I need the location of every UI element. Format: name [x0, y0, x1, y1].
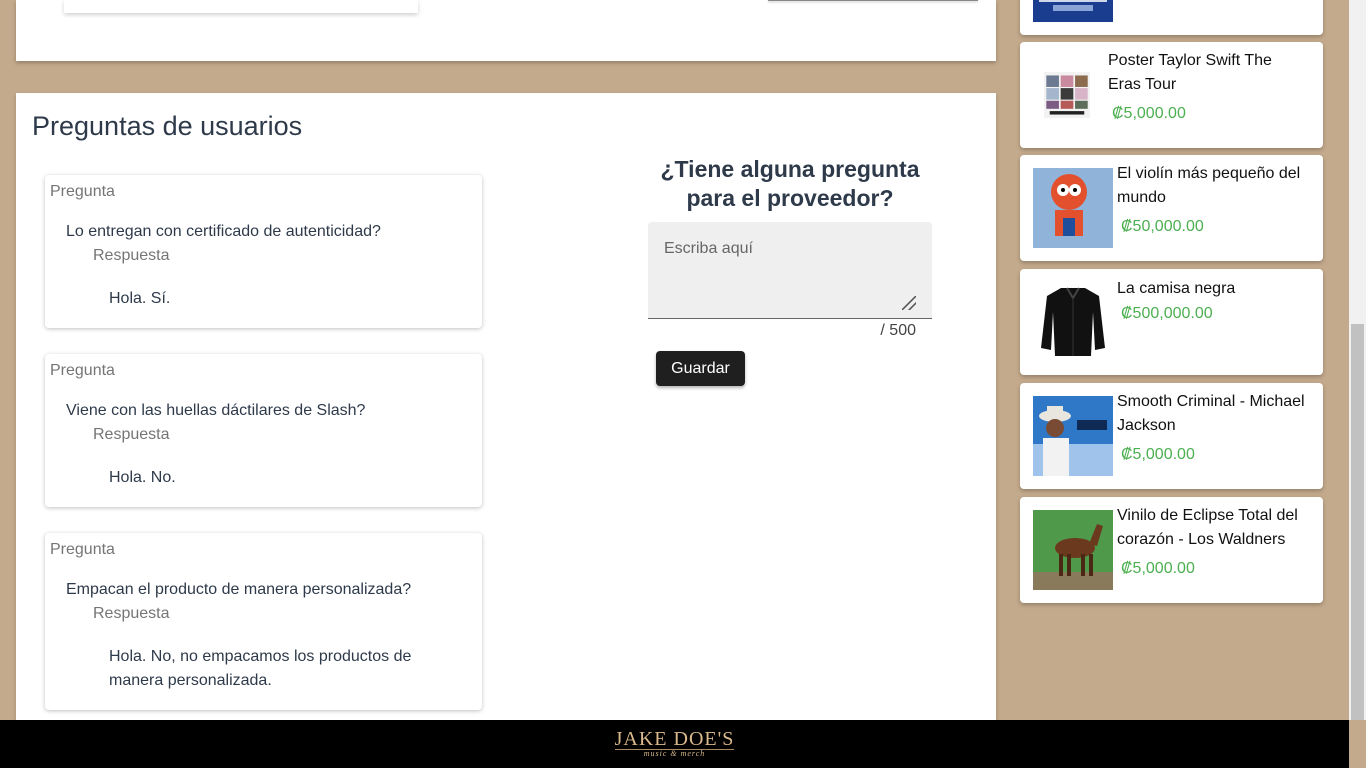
product-card[interactable]: Poster Taylor Swift The Eras Tour ₡5,000…	[1020, 42, 1323, 148]
user-questions-card: Preguntas de usuarios Pregunta Lo entreg…	[16, 93, 996, 733]
brand-tagline: music & merch	[614, 749, 735, 758]
answer-text: Hola. No, no empacamos los productos de …	[109, 648, 412, 689]
product-thumbnail	[1033, 168, 1113, 248]
product-card[interactable]: Smooth Criminal - Michael Jackson ₡5,000…	[1020, 383, 1323, 489]
answer-text: Hola. Sí.	[109, 290, 171, 307]
product-price: ₡5,000.00	[1121, 446, 1195, 463]
question-label: Pregunta	[50, 541, 115, 558]
product-card[interactable]: El violín más pequeño del mundo ₡50,000.…	[1020, 155, 1323, 261]
product-thumbnail	[1033, 282, 1113, 362]
qa-card: Pregunta Viene con las huellas dáctilare…	[45, 354, 482, 507]
product-name: El violín más pequeño del mundo	[1117, 165, 1301, 206]
product-name: Poster Taylor Swift The Eras Tour	[1108, 52, 1272, 93]
brand-name: JAKE DOE'S	[614, 728, 735, 750]
save-button[interactable]: Guardar	[656, 351, 745, 386]
product-price: ₡500,000.00	[1121, 305, 1213, 322]
product-price: ₡5,000.00	[1121, 560, 1195, 577]
question-text: Lo entregan con certificado de autentici…	[66, 223, 381, 240]
qa-card: Pregunta Lo entregan con certificado de …	[45, 175, 482, 328]
question-text: Empacan el producto de manera personaliz…	[66, 581, 412, 598]
answer-label: Respuesta	[93, 426, 170, 443]
previous-section-subcard	[64, 0, 418, 13]
question-label: Pregunta	[50, 362, 115, 379]
answer-label: Respuesta	[93, 605, 170, 622]
product-thumbnail	[1033, 0, 1113, 22]
answer-text: Hola. No.	[109, 469, 176, 486]
ask-question-title: ¿Tiene alguna pregunta para el proveedor…	[660, 156, 920, 211]
product-name: La camisa negra	[1117, 280, 1236, 297]
product-thumbnail	[1033, 510, 1113, 590]
footer: JAKE DOE'S music & merch	[0, 720, 1349, 768]
product-price: ₡50,000.00	[1121, 218, 1204, 235]
answer-label: Respuesta	[93, 247, 170, 264]
previous-section-divider	[768, 0, 978, 1]
character-counter: / 500	[880, 322, 916, 339]
question-input[interactable]	[648, 222, 932, 318]
section-title: Preguntas de usuarios	[32, 111, 303, 141]
product-name: Vinilo de Eclipse Total del corazón - Lo…	[1117, 507, 1298, 548]
question-text: Viene con las huellas dáctilares de Slas…	[66, 402, 366, 419]
product-thumbnail	[1044, 72, 1090, 118]
qa-card: Pregunta Empacan el producto de manera p…	[45, 533, 482, 710]
previous-section-card	[16, 0, 996, 61]
product-thumbnail	[1033, 396, 1113, 476]
product-card[interactable]: La camisa negra ₡500,000.00	[1020, 269, 1323, 375]
product-card[interactable]: Vinilo de Eclipse Total del corazón - Lo…	[1020, 497, 1323, 603]
product-name: Smooth Criminal - Michael Jackson	[1117, 393, 1305, 434]
product-price: ₡5,000.00	[1112, 105, 1186, 122]
product-card[interactable]	[1020, 0, 1323, 35]
scrollbar-thumb[interactable]	[1351, 324, 1364, 720]
resize-handle-icon[interactable]	[902, 296, 916, 310]
question-field	[648, 222, 932, 319]
question-label: Pregunta	[50, 183, 115, 200]
footer-logo[interactable]: JAKE DOE'S music & merch	[614, 728, 735, 758]
page-scrollbar[interactable]	[1349, 0, 1366, 720]
